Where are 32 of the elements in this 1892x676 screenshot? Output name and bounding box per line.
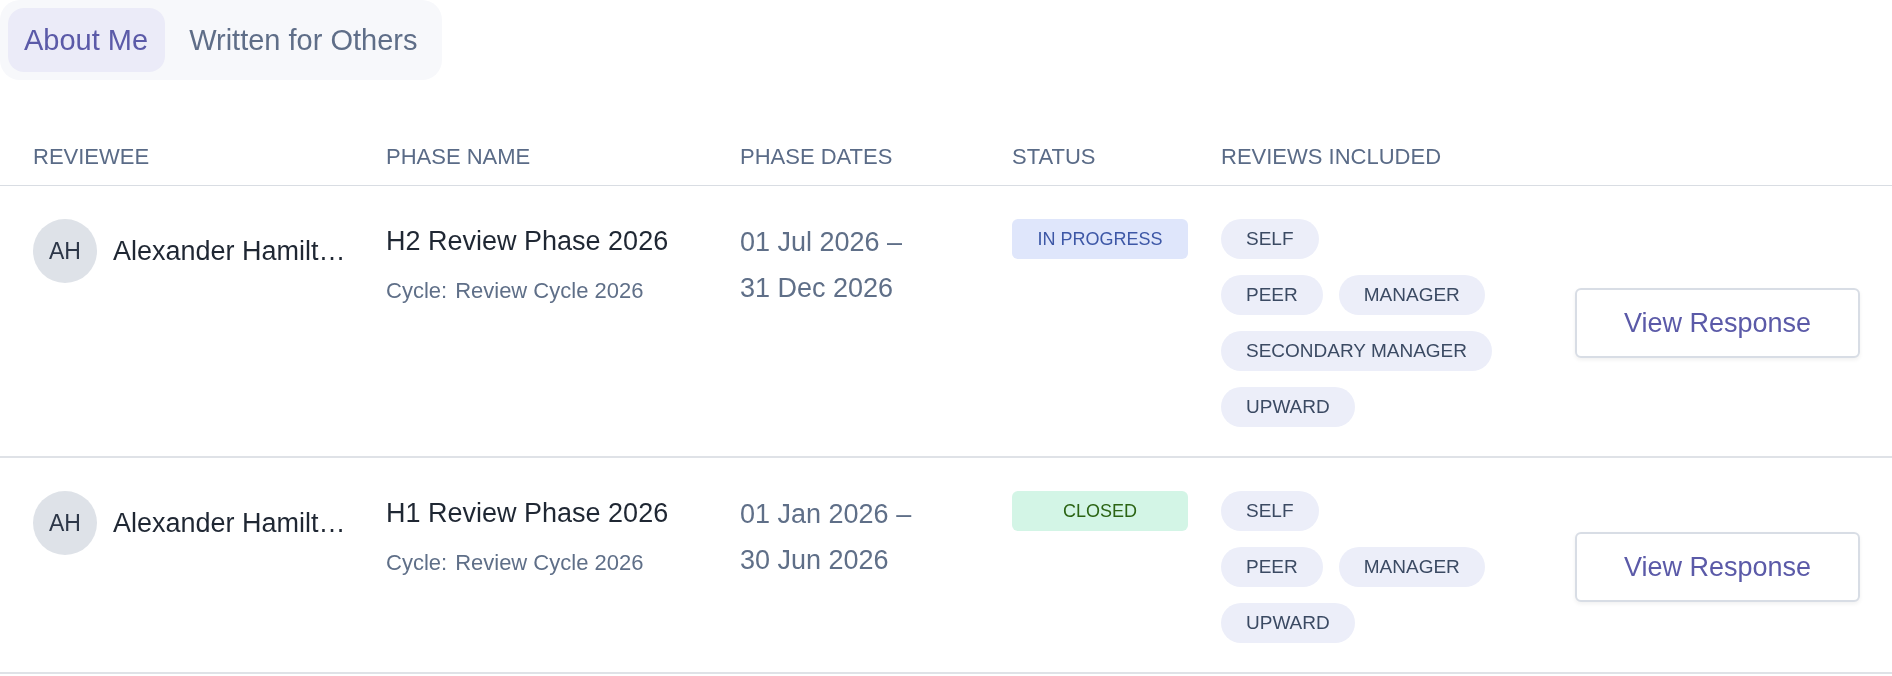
phase-name: H2 Review Phase 2026 xyxy=(386,225,670,258)
column-header: STATUS xyxy=(1012,143,1097,170)
phase-dates: 01 Jul 2026 – 31 Dec 2026 xyxy=(740,226,904,305)
tab[interactable]: About Me xyxy=(8,8,166,72)
tab[interactable]: Written for Others xyxy=(173,8,435,72)
avatar: AH xyxy=(33,219,97,283)
review-type-tag: PEER xyxy=(1221,275,1323,315)
cycle-label: Cycle: xyxy=(386,549,448,577)
phase-name: H1 Review Phase 2026 xyxy=(386,497,670,530)
cycle-name: Review Cycle 2026 xyxy=(455,277,644,305)
reviewee-name: Alexander Hamilt… xyxy=(113,507,346,539)
reviewee-name: Alexander Hamilt… xyxy=(113,235,346,267)
avatar: AH xyxy=(33,491,97,555)
column-header: PHASE NAME xyxy=(386,143,532,170)
review-type-tag: SELF xyxy=(1221,219,1319,259)
column-header: PHASE DATES xyxy=(740,143,894,170)
status-badge: CLOSED xyxy=(1012,491,1188,531)
review-type-tag: MANAGER xyxy=(1338,547,1485,587)
cycle-label: Cycle: xyxy=(386,277,448,305)
status-badge: IN PROGRESS xyxy=(1012,219,1188,259)
review-type-tag: UPWARD xyxy=(1221,603,1355,643)
review-type-tag: SECONDARY MANAGER xyxy=(1221,331,1492,371)
review-type-tag: SELF xyxy=(1221,491,1319,531)
phase-dates: 01 Jan 2026 – 30 Jun 2026 xyxy=(740,498,913,577)
view-response-button[interactable]: View Response xyxy=(1575,532,1860,602)
column-header: REVIEWEE xyxy=(33,143,151,170)
view-response-button[interactable]: View Response xyxy=(1575,288,1860,358)
review-type-tag: UPWARD xyxy=(1221,387,1355,427)
cycle-name: Review Cycle 2026 xyxy=(455,549,644,577)
review-type-tag: MANAGER xyxy=(1338,275,1485,315)
review-type-tag: PEER xyxy=(1221,547,1323,587)
column-header: REVIEWS INCLUDED xyxy=(1221,143,1443,170)
